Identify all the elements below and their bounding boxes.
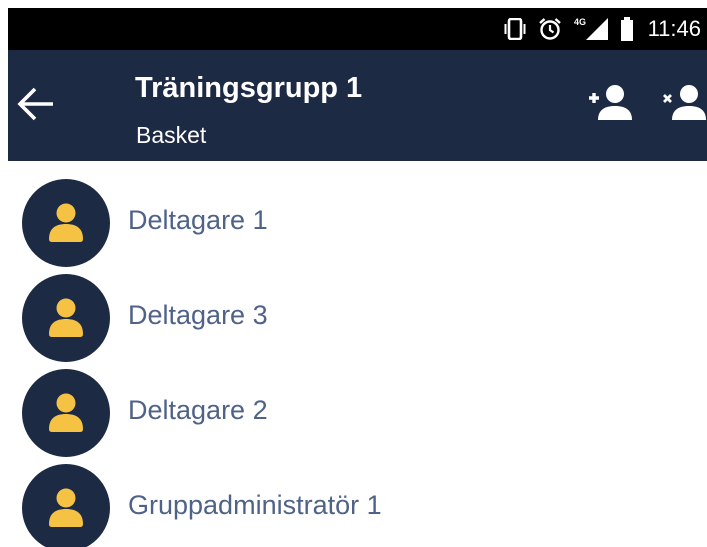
member-name: Gruppadministratör 1: [128, 490, 382, 520]
status-time: 11:46: [647, 16, 701, 41]
member-name: Deltagare 1: [128, 205, 268, 235]
app-bar: Träningsgrupp 1 Basket: [8, 50, 707, 161]
avatar: [22, 464, 110, 547]
member-name: Deltagare 2: [128, 395, 268, 425]
back-arrow-icon: [17, 87, 53, 121]
person-icon: [49, 203, 83, 242]
status-bar: 4G 11:46: [8, 8, 707, 50]
alarm-icon: [538, 17, 562, 41]
person-icon: [49, 488, 83, 527]
vibrate-icon: [502, 18, 528, 40]
avatar: [22, 274, 110, 362]
page-title: Träningsgrupp 1: [135, 72, 363, 104]
remove-person-icon: [663, 85, 706, 120]
page-subtitle: Basket: [136, 122, 207, 148]
battery-icon: [620, 17, 634, 41]
member-list-item[interactable]: Deltagare 1: [8, 161, 707, 267]
status-icons: 4G 11:46: [502, 8, 701, 50]
network-type-label: 4G: [574, 17, 586, 27]
add-member-button[interactable]: [585, 84, 633, 126]
remove-member-button[interactable]: [660, 84, 707, 126]
person-icon: [49, 298, 83, 337]
avatar: [22, 369, 110, 457]
member-list-item[interactable]: Deltagare 3: [8, 256, 707, 362]
person-icon: [49, 393, 83, 432]
member-list-item[interactable]: Gruppadministratör 1: [8, 446, 707, 547]
signal-icon: 4G: [572, 16, 610, 42]
avatar: [22, 179, 110, 267]
add-person-icon: [589, 85, 632, 120]
member-list-item[interactable]: Deltagare 2: [8, 351, 707, 457]
app-screen: 4G 11:46 Träningsgrupp 1 Basket Deltagar…: [8, 8, 707, 547]
back-button[interactable]: [14, 82, 58, 126]
member-name: Deltagare 3: [128, 300, 268, 330]
